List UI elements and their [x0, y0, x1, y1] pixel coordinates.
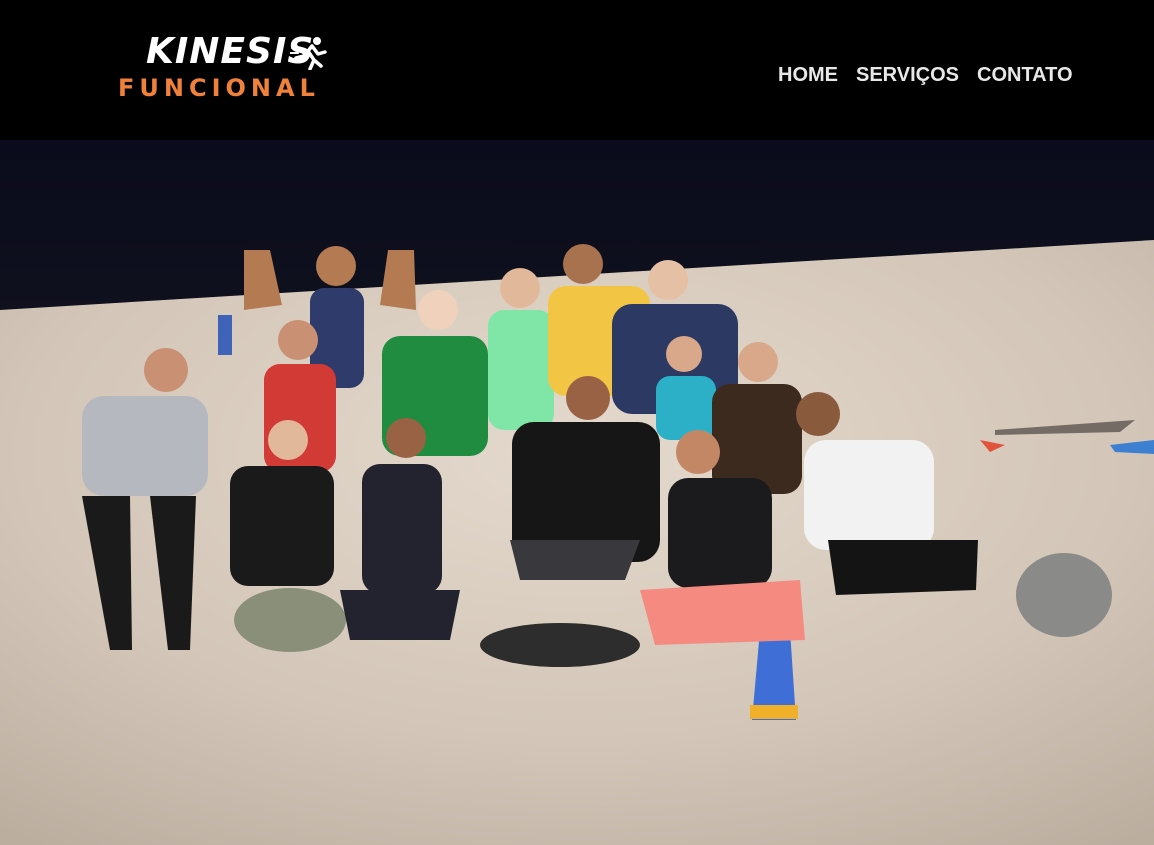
- hero-photo: [0, 140, 1154, 845]
- group-photo: [0, 140, 1154, 845]
- site-logo[interactable]: KINESIS FUNCIONAL: [118, 30, 358, 104]
- nav-contato[interactable]: CONTATO: [977, 62, 1073, 88]
- runner-icon: [290, 37, 327, 70]
- main-nav: HOME SERVIÇOS CONTATO: [778, 62, 1073, 88]
- site-header: KINESIS FUNCIONAL HOME SERVIÇOS CONTATO: [0, 0, 1154, 140]
- logo-wordmark-funcional: FUNCIONAL: [118, 74, 320, 102]
- nav-servicos[interactable]: SERVIÇOS: [856, 62, 959, 88]
- nav-home[interactable]: HOME: [778, 62, 838, 88]
